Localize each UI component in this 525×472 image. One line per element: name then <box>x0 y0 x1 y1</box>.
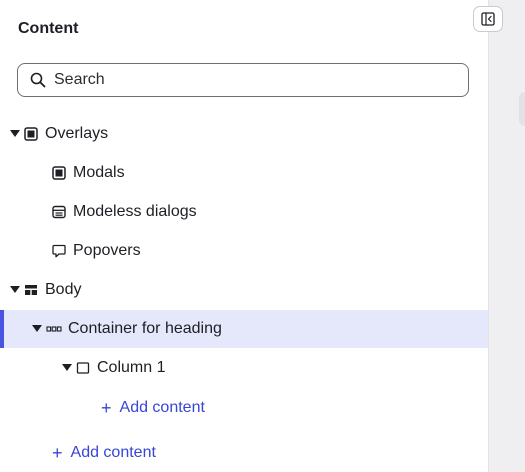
overlay-icon <box>24 127 38 141</box>
tree-item-label: Column 1 <box>97 359 166 376</box>
tree-item-container-for-heading[interactable]: Container for heading <box>0 310 488 348</box>
search-box[interactable] <box>17 63 469 97</box>
tree-item-popovers[interactable]: Popovers <box>0 232 488 270</box>
tree-item-label: Modals <box>73 164 125 181</box>
caret-down-icon[interactable] <box>10 130 20 138</box>
tree-item-label: Container for heading <box>68 320 222 337</box>
plus-icon: + <box>101 398 112 418</box>
canvas-strip <box>488 0 525 472</box>
tree-item-label: Overlays <box>45 125 109 142</box>
plus-icon: + <box>52 443 63 463</box>
add-content-body-link[interactable]: + Add content <box>52 444 156 462</box>
panel-title: Content <box>18 20 79 37</box>
caret-down-icon[interactable] <box>62 364 72 372</box>
modeless-dialog-icon <box>52 205 66 219</box>
add-content-column-link[interactable]: + Add content <box>101 399 205 417</box>
caret-down-icon[interactable] <box>10 286 20 294</box>
tree-item-label: Body <box>45 281 82 298</box>
add-content-label: Add content <box>119 399 205 416</box>
tree-item-label: Modeless dialogs <box>73 203 197 220</box>
tree-item-modeless-dialogs[interactable]: Modeless dialogs <box>0 193 488 231</box>
popover-icon <box>52 244 66 258</box>
modal-icon <box>52 166 66 180</box>
search-input[interactable] <box>54 71 444 89</box>
content-panel: Content Overlays Modals Modeless d <box>0 0 488 472</box>
tree-item-label: Popovers <box>73 242 141 259</box>
caret-down-icon[interactable] <box>32 325 42 333</box>
tree-item-column-1[interactable]: Column 1 <box>0 349 488 387</box>
container-icon <box>46 326 62 332</box>
search-icon <box>30 72 46 88</box>
tree-item-modals[interactable]: Modals <box>0 154 488 192</box>
collapse-panel-button[interactable] <box>473 6 503 32</box>
canvas-edge <box>519 92 525 126</box>
collapse-panel-icon <box>481 12 495 26</box>
body-layout-icon <box>25 285 37 295</box>
add-content-label: Add content <box>70 444 156 461</box>
tree-item-body[interactable]: Body <box>0 271 488 309</box>
tree-item-overlays[interactable]: Overlays <box>0 115 488 153</box>
column-icon <box>76 362 90 374</box>
